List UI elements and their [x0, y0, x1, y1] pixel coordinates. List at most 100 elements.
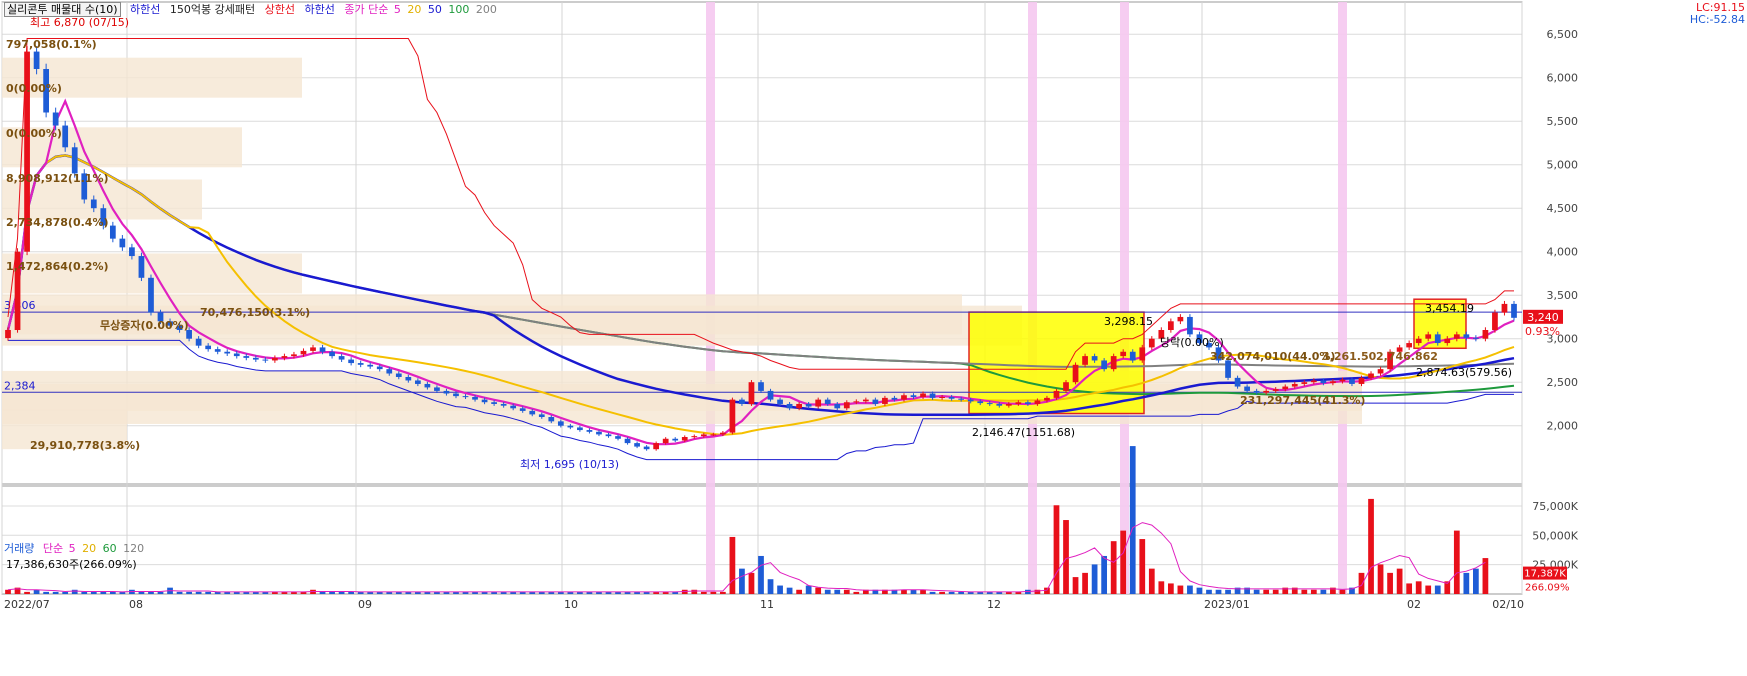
candle-body	[910, 395, 917, 397]
candle-body	[948, 396, 955, 399]
event-highlight	[1120, 2, 1129, 594]
candle-body	[1187, 316, 1193, 335]
x-tick-label: 2023/01	[1204, 598, 1250, 611]
volume-bar	[52, 591, 59, 594]
volume-bar	[186, 591, 192, 594]
candle-body	[291, 354, 297, 357]
candle-body	[1053, 390, 1060, 398]
volume-tick-label: 75,000K	[1532, 500, 1578, 513]
x-tick-label: 02/10	[1492, 598, 1524, 611]
candle-body	[453, 393, 459, 397]
candle-body	[586, 430, 593, 432]
volume-bar	[767, 579, 774, 594]
volume-ma5: 5	[68, 542, 76, 555]
profile-label: 0(0.00%)	[6, 127, 62, 140]
candle-body	[510, 405, 517, 409]
ma100-legend: 100	[448, 3, 470, 16]
volume-bar	[805, 585, 812, 594]
candle-body	[977, 401, 984, 404]
x-tick-label: 2022/07	[4, 598, 50, 611]
volume-ma20: 20	[82, 542, 97, 555]
y-tick-label: 5,500	[1547, 115, 1579, 128]
volume-bar	[1310, 589, 1317, 594]
volume-bar	[1368, 498, 1374, 594]
candle-body	[310, 347, 316, 351]
ma200-legend: 200	[475, 3, 497, 16]
candle-body	[939, 396, 945, 398]
volume-bar	[1091, 564, 1098, 594]
profile-label: 797,058(0.1%)	[6, 38, 97, 51]
annotation-value: 2,746.862	[1376, 350, 1438, 363]
volume-bar	[1053, 505, 1060, 594]
candle-body	[500, 403, 507, 406]
candle-body	[1358, 377, 1365, 384]
candle-body	[1368, 373, 1374, 378]
candle-body	[605, 434, 612, 437]
volume-bar	[1253, 589, 1260, 594]
candle-body	[834, 403, 841, 409]
volume-bar	[1453, 530, 1460, 594]
y-tick-label: 6,000	[1547, 72, 1579, 85]
volume-bar	[824, 589, 831, 594]
candle-body	[681, 437, 688, 441]
volume-bar	[1148, 568, 1155, 594]
event-highlight	[1338, 2, 1347, 594]
annotation-value: 당락(0.00%)	[1160, 336, 1224, 349]
volume-bar	[1263, 589, 1270, 594]
candle-body	[5, 330, 11, 339]
candle-body	[376, 366, 383, 370]
candle-body	[243, 356, 250, 358]
candle-body	[395, 373, 402, 377]
annotation-low: 최저 1,695 (10/13)	[520, 458, 619, 471]
candle-body	[205, 345, 212, 350]
stock-chart: 6,5006,0005,5005,0004,5004,0003,5003,000…	[1, 1, 1579, 611]
candle-body	[1110, 356, 1117, 370]
volume-bar	[1158, 581, 1165, 594]
volume-bar	[1425, 585, 1432, 594]
volume-bar	[1187, 585, 1193, 594]
volume-bar	[90, 591, 97, 594]
candle-body	[1425, 334, 1432, 339]
candle-body	[691, 436, 698, 438]
candle-body	[710, 434, 717, 436]
volume-bar	[71, 589, 78, 594]
ma50-legend: 50	[427, 3, 442, 16]
volume-bar	[777, 585, 783, 594]
ma20-legend: 20	[407, 3, 422, 16]
candle-body	[1310, 380, 1317, 383]
candle-body	[386, 369, 393, 374]
candle-body	[1444, 338, 1451, 344]
volume-bar	[748, 572, 755, 594]
candle-body	[634, 443, 640, 447]
candle-body	[796, 403, 802, 409]
candle-body	[1015, 402, 1022, 404]
volume-bar	[758, 555, 764, 594]
candle-body	[920, 393, 926, 397]
stock-name-box[interactable]: 실리콘투 매물대 수(10)	[4, 2, 121, 17]
volume-bar	[24, 591, 30, 594]
volume-bar	[1339, 589, 1346, 594]
volume-bar	[1473, 568, 1479, 594]
candle-body	[443, 390, 450, 394]
volume-bar	[691, 589, 698, 594]
volume-ma120: 120	[123, 542, 145, 555]
volume-bar	[176, 591, 183, 594]
candle-body	[882, 397, 888, 404]
volume-bar	[319, 591, 326, 594]
candle-body	[615, 436, 621, 439]
volume-bar	[920, 589, 926, 594]
candle-body	[624, 438, 631, 444]
candle-body	[862, 399, 869, 402]
candle-body	[338, 356, 345, 360]
volume-bar	[1434, 585, 1441, 594]
volume-ma-title: 단순	[42, 542, 64, 555]
candle-body	[1129, 351, 1136, 361]
volume-legend: 거래량 단순 5 20 60 120	[4, 542, 149, 555]
current-price-value: 3,240	[1527, 311, 1559, 324]
candle-body	[824, 399, 831, 404]
profile-label: 1,472,864(0.2%)	[6, 260, 109, 273]
candle-body	[1339, 379, 1346, 382]
candle-body	[1511, 303, 1517, 318]
current-volume-value: 17,387K	[1524, 569, 1566, 580]
volume-bar	[1415, 581, 1422, 594]
